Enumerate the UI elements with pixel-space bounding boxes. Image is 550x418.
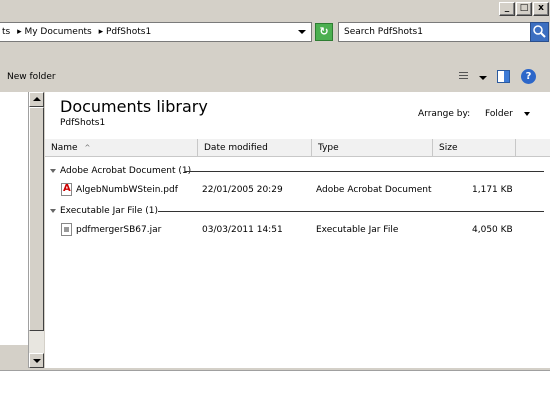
maximize-button[interactable]: □ [516,2,532,16]
file-name: AlgebNumbWStein.pdf [76,185,178,195]
file-type: Adobe Acrobat Document [316,185,432,195]
group-label: Adobe Acrobat Document (1) [60,166,192,176]
column-header-name[interactable]: Name ^ [45,139,198,157]
chevron-down-icon[interactable] [479,76,487,80]
breadcrumb-item-my-documents[interactable]: ▸ My Documents [17,27,92,37]
file-modified: 22/01/2005 20:29 [202,185,283,195]
navigation-pane-footer [0,345,28,368]
group-divider [158,211,544,212]
file-list-pane[interactable]: Documents library PdfShots1 Arrange by: … [45,92,550,368]
group-header-pdf[interactable]: Adobe Acrobat Document (1) [50,166,192,176]
collapse-icon[interactable] [50,168,56,173]
preview-pane-icon[interactable] [497,70,510,83]
table-row[interactable]: AlgebNumbWStein.pdf 22/01/2005 20:29 Ado… [45,182,550,199]
refresh-icon[interactable]: ↻ [315,23,333,41]
group-label: Executable Jar File (1) [60,206,158,216]
file-type: Executable Jar File [316,225,399,235]
scroll-thumb[interactable] [29,107,44,331]
breadcrumb-item[interactable]: ts [2,27,10,37]
file-modified: 03/03/2011 14:51 [202,225,283,235]
column-header-date[interactable]: Date modified [198,139,312,157]
search-placeholder: Search PdfShots1 [344,27,423,37]
group-header-jar[interactable]: Executable Jar File (1) [50,206,158,216]
library-subtitle: PdfShots1 [60,118,106,128]
column-header-row: Name ^ Date modified Type Size [45,139,550,157]
navigation-pane[interactable] [0,92,28,368]
scroll-down-icon[interactable] [29,353,44,368]
details-pane [0,370,550,418]
arrange-by-dropdown[interactable]: Folder [485,109,513,119]
search-icon[interactable] [530,22,549,42]
file-name: pdfmergerSB67.jar [76,225,162,235]
breadcrumb-item-pdfshots1[interactable]: ▸ PdfShots1 [99,27,152,37]
arrange-by-label: Arrange by: [418,109,471,119]
sort-ascending-icon: ^ [84,144,91,152]
address-bar[interactable]: ts ▸ My Documents ▸ PdfShots1 [0,22,312,42]
arrange-by: Arrange by: Folder [418,109,530,119]
chevron-down-icon[interactable] [298,30,306,34]
jar-file-icon [61,223,72,236]
breadcrumb: ts ▸ My Documents ▸ PdfShots1 [2,27,155,37]
navigation-scrollbar[interactable] [28,92,44,368]
column-header-type[interactable]: Type [312,139,433,157]
search-input[interactable]: Search PdfShots1 [338,22,531,42]
file-size: 4,050 KB [472,225,513,235]
library-title: Documents library [60,97,208,116]
scroll-up-icon[interactable] [29,92,44,107]
change-view-icon[interactable] [455,71,469,82]
pdf-file-icon [61,183,72,196]
close-button[interactable]: x [533,2,549,16]
command-bar: New folder ? [0,67,550,87]
chevron-down-icon[interactable] [523,111,530,116]
collapse-icon[interactable] [50,208,56,213]
column-header-label: Name [51,143,78,153]
table-row[interactable]: pdfmergerSB67.jar 03/03/2011 14:51 Execu… [45,222,550,239]
help-icon[interactable]: ? [521,69,536,84]
minimize-button[interactable]: _ [499,2,515,16]
group-divider [185,171,544,172]
new-folder-button[interactable]: New folder [7,72,56,82]
file-size: 1,171 KB [472,185,513,195]
title-bar: _ □ x [0,0,550,19]
column-header-size[interactable]: Size [433,139,516,157]
